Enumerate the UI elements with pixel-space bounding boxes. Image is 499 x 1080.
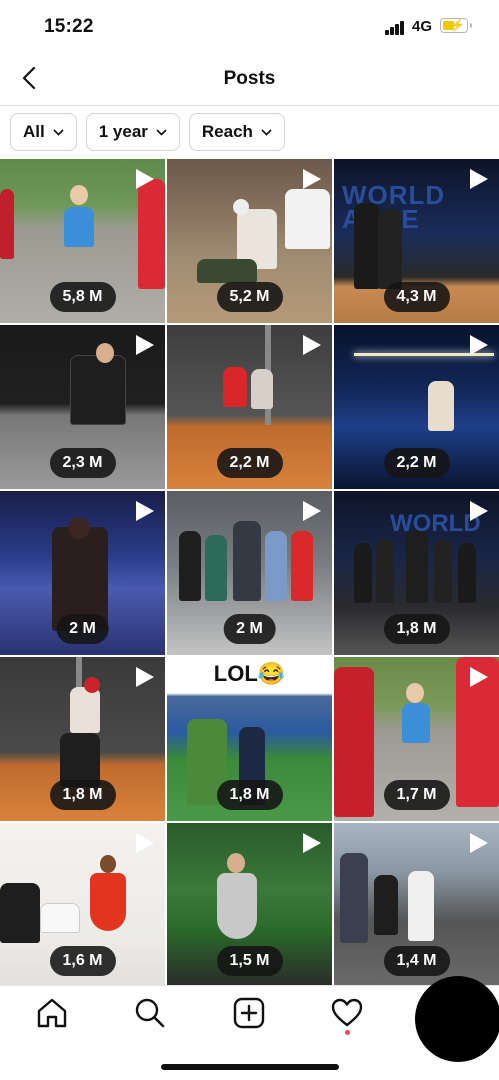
activity-heart-icon[interactable] xyxy=(330,996,364,1030)
post-thumbnail[interactable]: LOL😂 1,8 M xyxy=(167,657,332,821)
chevron-down-icon xyxy=(261,128,272,136)
video-play-icon xyxy=(470,501,488,521)
battery-icon: ⚡ xyxy=(440,18,472,33)
activity-notification-dot xyxy=(345,1030,350,1035)
video-play-icon xyxy=(470,169,488,189)
view-count-badge: 1,5 M xyxy=(216,946,283,976)
post-thumbnail[interactable]: 1,4 M xyxy=(334,823,499,987)
assistive-touch-button[interactable] xyxy=(415,976,499,1062)
search-icon[interactable] xyxy=(133,996,167,1030)
filter-type-dropdown[interactable]: All xyxy=(10,113,77,151)
post-thumbnail[interactable]: 2,2 M xyxy=(334,325,499,489)
video-play-icon xyxy=(303,833,321,853)
page-title: Posts xyxy=(223,68,276,89)
post-thumbnail[interactable]: 5,8 M xyxy=(0,159,165,323)
video-play-icon xyxy=(470,335,488,355)
post-thumbnail[interactable]: 1,5 M xyxy=(167,823,332,987)
video-play-icon xyxy=(136,833,154,853)
home-icon[interactable] xyxy=(35,996,69,1030)
view-count-badge: 1,8 M xyxy=(49,780,116,810)
view-count-badge: 2,2 M xyxy=(216,448,283,478)
video-play-icon xyxy=(303,667,321,687)
chevron-down-icon xyxy=(53,128,64,136)
video-play-icon xyxy=(303,335,321,355)
video-play-icon xyxy=(136,169,154,189)
filter-period-dropdown[interactable]: 1 year xyxy=(85,113,180,151)
view-count-badge: 1,6 M xyxy=(49,946,116,976)
filter-metric-label: Reach xyxy=(201,122,253,141)
view-count-badge: 2,3 M xyxy=(49,448,116,478)
post-thumbnail[interactable]: 2,3 M xyxy=(0,325,165,489)
filter-type-label: All xyxy=(23,122,45,141)
post-thumbnail[interactable]: 1,6 M xyxy=(0,823,165,987)
view-count-badge: 5,2 M xyxy=(216,282,283,312)
video-play-icon xyxy=(136,667,154,687)
filter-bar: All 1 year Reach xyxy=(10,113,285,151)
post-thumbnail[interactable]: 2 M xyxy=(167,491,332,655)
signal-icon xyxy=(385,21,405,35)
new-post-icon[interactable] xyxy=(232,996,266,1030)
view-count-badge: 5,8 M xyxy=(49,282,116,312)
view-count-badge: 2,2 M xyxy=(383,448,450,478)
post-thumbnail[interactable]: 1,8 M xyxy=(0,657,165,821)
view-count-badge: 1,8 M xyxy=(383,614,450,644)
view-count-badge: 1,4 M xyxy=(383,946,450,976)
network-type: 4G xyxy=(412,18,433,35)
view-count-badge: 4,3 M xyxy=(383,282,450,312)
filter-metric-dropdown[interactable]: Reach xyxy=(188,113,285,151)
post-thumbnail[interactable]: 5,2 M xyxy=(167,159,332,323)
home-indicator xyxy=(161,1064,339,1070)
status-time: 15:22 xyxy=(44,16,94,37)
video-play-icon xyxy=(136,335,154,355)
chevron-down-icon xyxy=(156,128,167,136)
view-count-badge: 2 M xyxy=(56,614,109,644)
filter-period-label: 1 year xyxy=(98,122,148,141)
post-thumbnail[interactable]: WORLD 1,8 M xyxy=(334,491,499,655)
video-play-icon xyxy=(136,501,154,521)
view-count-badge: 2 M xyxy=(223,614,276,644)
video-play-icon xyxy=(303,169,321,189)
post-thumbnail[interactable]: WORLDANCE 4,3 M xyxy=(334,159,499,323)
nav-header: Posts xyxy=(0,54,499,106)
post-thumbnail[interactable]: 2 M xyxy=(0,491,165,655)
post-thumbnail[interactable]: 2,2 M xyxy=(167,325,332,489)
view-count-badge: 1,7 M xyxy=(383,780,450,810)
post-thumbnail[interactable]: 1,7 M xyxy=(334,657,499,821)
video-play-icon xyxy=(470,833,488,853)
posts-grid: 5,8 M 5,2 M WORLDANCE 4,3 M 2,3 M 2,2 M xyxy=(0,159,499,987)
status-bar: 15:22 4G ⚡ xyxy=(0,0,499,54)
view-count-badge: 1,8 M xyxy=(216,780,283,810)
video-play-icon xyxy=(303,501,321,521)
video-play-icon xyxy=(470,667,488,687)
